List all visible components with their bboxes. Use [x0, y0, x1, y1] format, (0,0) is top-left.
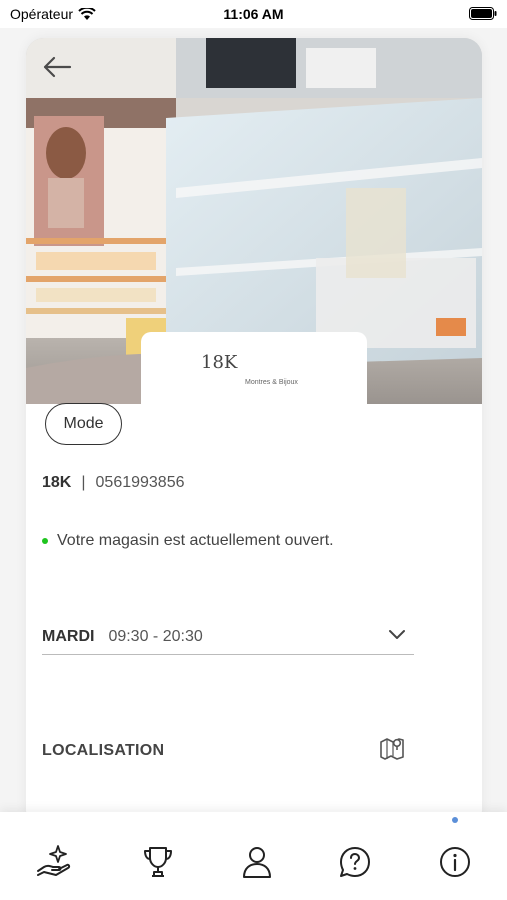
profile-icon — [243, 847, 271, 878]
chevron-down-icon[interactable] — [388, 628, 406, 640]
store-logo: 18K Montres & Bijoux — [141, 332, 367, 412]
status-bar: Opérateur 11:06 AM — [0, 0, 507, 28]
open-status-text: Votre magasin est actuellement ouvert. — [57, 532, 334, 549]
location-label: LOCALISATION — [42, 742, 165, 759]
help-icon — [340, 847, 370, 877]
location-row: LOCALISATION — [42, 738, 414, 774]
back-arrow-icon[interactable] — [40, 52, 74, 82]
active-indicator — [452, 817, 458, 823]
nav-info[interactable] — [435, 842, 475, 882]
logo-subtext: Montres & Bijoux — [245, 379, 298, 386]
nav-trophy[interactable] — [138, 842, 178, 882]
hours-day: MARDI — [42, 628, 95, 645]
nav-help[interactable] — [335, 842, 375, 882]
category-chip[interactable]: Mode — [45, 403, 122, 445]
open-status: Votre magasin est actuellement ouvert. — [42, 532, 334, 550]
map-icon[interactable] — [378, 734, 406, 762]
rewards-hand-icon — [37, 845, 71, 876]
phone-number[interactable]: 0561993856 — [96, 474, 185, 492]
contact-row: 18K | 0561993856 — [42, 474, 185, 492]
store-name: 18K — [42, 474, 72, 491]
status-dot — [42, 538, 48, 544]
hours-time: 09:30 - 20:30 — [108, 628, 203, 645]
status-time: 11:06 AM — [223, 6, 284, 22]
nav-profile[interactable] — [237, 842, 277, 882]
logo-text: 18K — [201, 352, 238, 373]
nav-rewards[interactable] — [33, 842, 73, 882]
hours-dropdown[interactable]: MARDI 09:30 - 20:30 — [42, 620, 414, 655]
trophy-icon — [144, 847, 172, 877]
battery-icon — [469, 7, 497, 23]
bottom-nav — [0, 812, 507, 900]
info-icon — [440, 847, 470, 877]
separator: | — [81, 474, 86, 491]
